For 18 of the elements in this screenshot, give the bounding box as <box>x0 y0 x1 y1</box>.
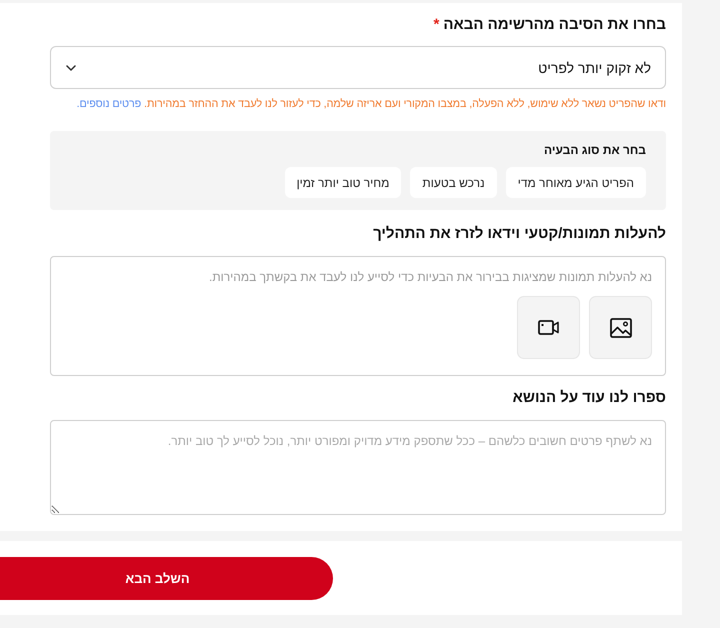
add-video-button[interactable] <box>517 296 580 359</box>
upload-hint-text: נא להעלות תמונות שמציגות בבירור את הבעיות כדי לסייע לנו לעבד את בקשתך במהירות. <box>208 269 652 285</box>
video-camera-icon <box>538 320 559 335</box>
issue-type-option[interactable]: נרכש בטעות <box>410 167 497 198</box>
image-icon <box>610 318 632 338</box>
reason-title: בחרו את הסיבה מהרשימה הבאה <box>443 15 666 35</box>
upload-title: להעלות תמונות/קטעי וידאו לזרז את התהליך <box>372 224 666 244</box>
issue-type-title: בחר את סוג הבעיה <box>544 142 646 158</box>
add-image-button[interactable] <box>589 296 652 359</box>
details-field[interactable]: נא לשתף פרטים חשובים כלשהם – ככל שתספק מידע מדויק ומפורט יותר, נוכל לסייע לך טוב יותר. <box>50 420 666 515</box>
reason-select[interactable]: לא זקוק יותר לפריט <box>50 46 666 89</box>
details-title: ספרו לנו עוד על הנושא <box>512 388 666 408</box>
issue-type-option[interactable]: מחיר טוב יותר זמין <box>284 167 402 198</box>
required-asterisk: * <box>434 16 440 33</box>
next-step-button[interactable]: השלב הבא <box>0 556 333 600</box>
chevron-icon <box>66 64 76 70</box>
return-note-text: ודאו שהפריט נשאר ללא שימוש, ללא הפעלה, במצבו המקורי ועם אריזה שלמה, כדי לעזור לנו לעבד את ההחזר במהירות. פרטים נוספים. <box>76 97 666 112</box>
issue-type-option[interactable]: הפריט הגיע מאוחר מדי <box>506 167 646 198</box>
